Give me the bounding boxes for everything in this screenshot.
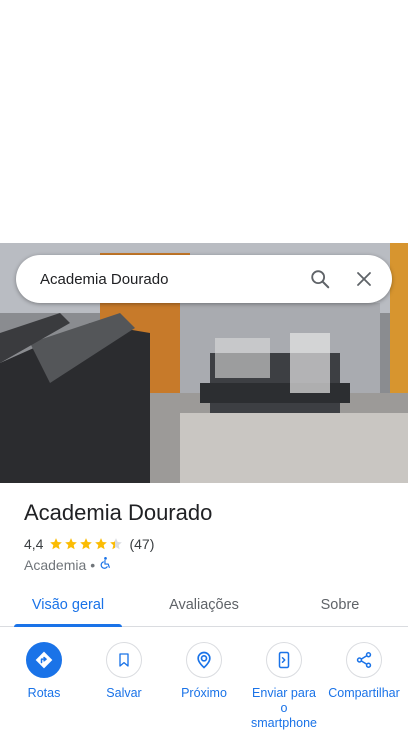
tab-reviews[interactable]: Avaliações bbox=[136, 586, 272, 626]
directions-label: Rotas bbox=[27, 686, 61, 700]
wheelchair-accessible-icon bbox=[99, 556, 112, 573]
share-label: Compartilhar bbox=[328, 686, 400, 700]
search-bar[interactable]: Academia Dourado bbox=[16, 255, 392, 303]
rating-value: 4,4 bbox=[24, 536, 44, 552]
bookmark-icon[interactable] bbox=[106, 642, 142, 678]
separator-dot: • bbox=[90, 556, 96, 573]
star-icon bbox=[110, 538, 123, 550]
star-icon bbox=[50, 538, 63, 550]
rating-stars bbox=[49, 537, 123, 551]
close-icon[interactable] bbox=[342, 257, 386, 301]
directions-button[interactable]: Rotas bbox=[7, 642, 81, 731]
category-row: Academia • bbox=[24, 556, 112, 573]
send-to-phone-label: Enviar para o smartphone bbox=[250, 686, 317, 730]
star-icon bbox=[95, 538, 108, 550]
nearby-button[interactable]: Próximo bbox=[167, 642, 241, 731]
send-to-phone-button[interactable]: Enviar para o smartphone bbox=[247, 642, 321, 731]
place-title: Academia Dourado bbox=[24, 500, 213, 525]
review-count[interactable]: (47) bbox=[129, 536, 154, 552]
search-input[interactable]: Academia Dourado bbox=[40, 271, 298, 288]
save-label: Salvar bbox=[106, 686, 142, 700]
nearby-label: Próximo bbox=[181, 686, 227, 700]
star-icon bbox=[80, 538, 93, 550]
place-category: Academia bbox=[24, 556, 87, 573]
star-icon bbox=[65, 538, 78, 550]
save-button[interactable]: Salvar bbox=[87, 642, 161, 731]
nearby-icon[interactable] bbox=[186, 642, 222, 678]
place-tabs: Visão geral Avaliações Sobre bbox=[0, 586, 408, 627]
share-icon[interactable] bbox=[346, 642, 382, 678]
tab-overview[interactable]: Visão geral bbox=[0, 586, 136, 627]
search-icon[interactable] bbox=[298, 257, 342, 301]
directions-icon[interactable] bbox=[26, 642, 62, 678]
rating-row[interactable]: 4,4 (47) bbox=[24, 536, 154, 552]
action-buttons-row: Rotas Salvar Próximo Enviar para o smart… bbox=[0, 642, 408, 731]
send-to-phone-icon[interactable] bbox=[266, 642, 302, 678]
tab-about[interactable]: Sobre bbox=[272, 586, 408, 626]
share-button[interactable]: Compartilhar bbox=[327, 642, 401, 731]
